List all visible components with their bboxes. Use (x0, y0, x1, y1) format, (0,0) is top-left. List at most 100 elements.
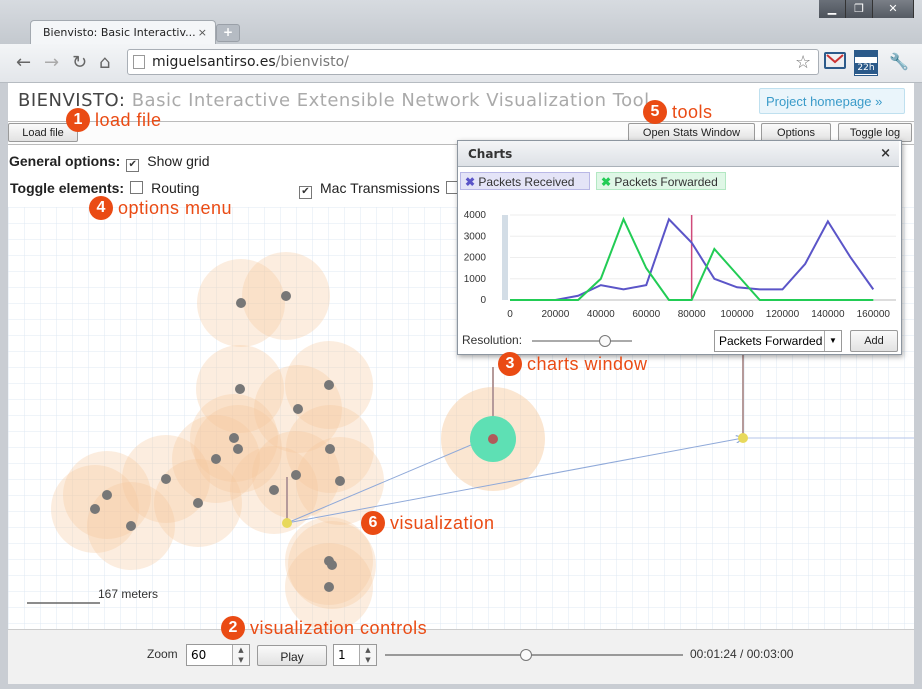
callout-number: 4 (89, 196, 113, 220)
timeline-slider[interactable] (385, 649, 683, 661)
callout-number: 5 (643, 100, 667, 124)
forward-icon[interactable]: → (44, 52, 59, 73)
callout-text: load file (95, 109, 162, 130)
remove-series-icon[interactable]: ✖ (601, 175, 611, 189)
chart-x-tick: 0 (507, 309, 513, 320)
callout-tools: 5 tools (643, 100, 713, 124)
new-tab-button[interactable]: + (216, 24, 240, 42)
general-options: General options: ✔ Show grid (9, 153, 210, 172)
network-node[interactable] (102, 490, 112, 500)
gmail-icon[interactable] (824, 52, 846, 69)
network-node[interactable] (293, 404, 303, 414)
tab-title: Bienvisto: Basic Interactiv... (43, 26, 196, 39)
play-button[interactable]: Play (257, 645, 327, 666)
charts-window-title: Charts (468, 147, 513, 161)
mac-transmissions-checkbox[interactable]: ✔ (299, 186, 312, 199)
network-node[interactable] (335, 476, 345, 486)
project-homepage-link[interactable]: Project homepage » (759, 88, 905, 114)
callout-text: options menu (118, 197, 233, 218)
mac-transmissions-option: ✔ Mac Transmissions (293, 180, 467, 199)
callout-number: 3 (498, 352, 522, 376)
resolution-slider[interactable] (532, 335, 632, 347)
network-node[interactable] (193, 498, 203, 508)
network-node[interactable] (229, 433, 239, 443)
page-icon (133, 55, 145, 69)
network-node[interactable] (324, 582, 334, 592)
add-series-button[interactable]: Add (850, 330, 898, 352)
network-node[interactable] (291, 470, 301, 480)
star-icon[interactable]: ☆ (795, 52, 811, 73)
speed-stepper-icon[interactable]: ▲ ▼ (359, 645, 376, 665)
legend-label: Packets Forwarded (614, 175, 718, 189)
chevron-down-icon[interactable]: ▼ (824, 331, 841, 351)
show-grid-label: Show grid (147, 153, 210, 169)
scale-label: 167 meters (98, 587, 158, 601)
network-node[interactable] (126, 521, 136, 531)
speed-value: 1 (338, 648, 346, 662)
network-node[interactable] (325, 444, 335, 454)
reload-icon[interactable]: ↻ (72, 52, 87, 73)
maximize-icon[interactable]: ❐ (846, 0, 873, 18)
routing-checkbox[interactable] (130, 181, 144, 194)
charts-window-titlebar[interactable]: Charts (458, 141, 899, 167)
charts-close-icon[interactable]: × (880, 146, 891, 161)
network-node[interactable] (235, 384, 245, 394)
wrench-icon[interactable]: 🔧 (889, 52, 909, 71)
network-node[interactable] (161, 474, 171, 484)
chart-x-tick: 100000 (720, 309, 754, 320)
callout-charts-window: 3 charts window (498, 352, 648, 376)
network-node[interactable] (233, 444, 243, 454)
legend-packets-forwarded[interactable]: ✖ Packets Forwarded (596, 172, 726, 190)
home-icon[interactable]: ⌂ (99, 52, 110, 73)
mac-transmissions-label: Mac Transmissions (320, 180, 440, 196)
resolution-slider-handle[interactable] (599, 335, 611, 347)
legend-packets-received[interactable]: ✖ Packets Received (460, 172, 590, 190)
chart-y-band (502, 215, 508, 300)
close-window-icon[interactable]: ✕ (873, 0, 914, 18)
callout-visualization: 6 visualization (361, 511, 495, 535)
chart-x-tick: 120000 (766, 309, 800, 320)
calendar-badge: 22h (855, 63, 877, 74)
chart-x-tick: 40000 (587, 309, 615, 320)
toggle-elements: Toggle elements: Routing (10, 180, 199, 196)
network-node[interactable] (327, 560, 337, 570)
time-label: 00:01:24 / 00:03:00 (690, 647, 794, 661)
network-node[interactable] (236, 298, 246, 308)
network-node[interactable] (211, 454, 221, 464)
zoom-input[interactable]: 60 ▲ ▼ (186, 644, 250, 666)
charts-window[interactable]: Charts × ✖ Packets Received ✖ Packets Fo… (457, 140, 902, 355)
chart-y-tick: 4000 (464, 210, 487, 221)
browser-tab[interactable]: Bienvisto: Basic Interactiv... × (30, 20, 216, 44)
chart-y-tick: 3000 (464, 231, 487, 242)
series-select[interactable]: Packets Forwarded ▼ (714, 330, 842, 352)
network-node[interactable] (281, 291, 291, 301)
url-host: miguelsantirso.es (152, 54, 276, 70)
chart-x-tick: 140000 (811, 309, 845, 320)
show-grid-checkbox[interactable]: ✔ (126, 159, 140, 172)
timeline-slider-handle[interactable] (520, 649, 533, 661)
remove-series-icon[interactable]: ✖ (465, 175, 475, 189)
zoom-value: 60 (191, 648, 207, 662)
app-subtitle: Basic Interactive Extensible Network Vis… (131, 90, 650, 111)
active-node[interactable] (488, 434, 498, 444)
address-bar[interactable]: miguelsantirso.es/bienvisto/ (127, 49, 819, 75)
back-icon[interactable]: ← (16, 52, 31, 73)
receiver-node[interactable] (738, 433, 748, 443)
routing-label: Routing (151, 180, 200, 196)
chart-x-tick: 60000 (632, 309, 660, 320)
calendar-icon[interactable]: 22h (854, 50, 878, 76)
zoom-stepper-icon[interactable]: ▲ ▼ (232, 645, 249, 665)
callout-number: 1 (66, 108, 90, 132)
speed-input[interactable]: 1 ▲ ▼ (333, 644, 377, 666)
network-node[interactable] (324, 380, 334, 390)
chart-x-tick: 160000 (857, 309, 891, 320)
tab-close-icon[interactable]: × (198, 26, 207, 39)
sender-node[interactable] (282, 518, 292, 528)
network-node[interactable] (269, 485, 279, 495)
packets-chart[interactable]: 010002000300040000 20000 40000 60000 80000 10… (458, 207, 899, 327)
network-node[interactable] (90, 504, 100, 514)
url-path: /bienvisto/ (275, 54, 349, 70)
callout-number: 2 (221, 616, 245, 640)
chart-x-tick: 80000 (678, 309, 706, 320)
minimize-icon[interactable]: ▁ (819, 0, 846, 18)
